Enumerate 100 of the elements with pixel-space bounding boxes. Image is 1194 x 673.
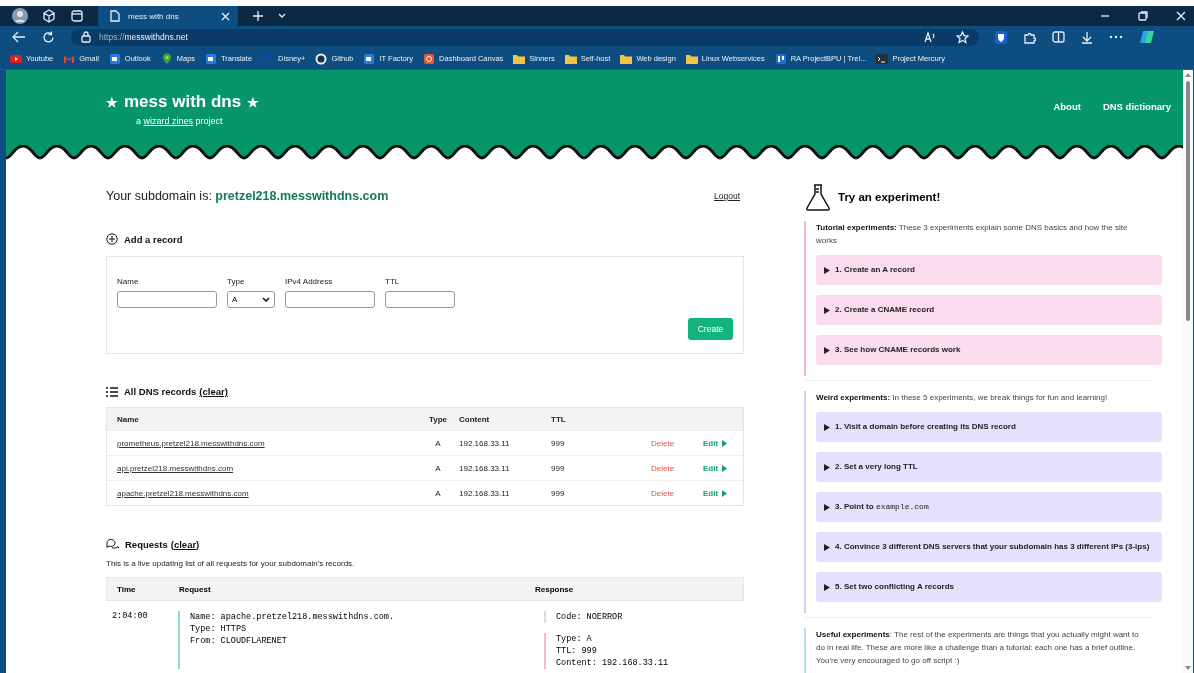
shield-icon[interactable] [995,30,1007,44]
page-icon [110,10,120,22]
url-text: https://messwithdns.net [99,32,188,42]
close-icon[interactable] [1176,11,1186,21]
delete-link[interactable]: Delete [651,488,691,498]
table-cell-text: A [434,438,442,448]
tab-actions-icon[interactable] [70,9,84,23]
field-label: TTL [385,277,401,286]
folder-icon [620,52,633,65]
restore-icon[interactable] [1138,11,1148,21]
folder-icon [513,52,526,65]
close-icon[interactable] [221,11,230,21]
caret-icon [824,463,830,471]
record-name-link[interactable]: api.pretzel218.messwithdns.com [117,463,417,473]
nav-link[interactable]: DNS dictionary [1102,101,1171,146]
group-intro: Useful experiments: The rest of the experiments are things that you actually might want to do in real life. These are more like a challenge than a tutorial: each one has a brief outline. You're very encouraged to go off script :) [816,629,1140,667]
terminal-icon [876,52,889,65]
chevron-down-icon[interactable] [278,13,286,19]
app-icon [423,52,436,65]
experiment-item[interactable]: 3. Point to example.com [816,492,1162,522]
flask-icon [804,183,832,211]
download-icon[interactable] [1081,30,1093,44]
column-header: Time [117,584,137,594]
tagline-link[interactable]: wizard zines [143,116,194,126]
folder-icon [685,52,698,65]
column-header: Type [427,414,449,424]
column-header: TTL [551,414,567,424]
caret-icon [824,543,830,551]
section-title: Add a record [124,233,183,245]
back-icon[interactable] [12,31,26,43]
app-icon [205,52,218,65]
scroll-thumb[interactable] [1186,81,1190,321]
clear-link[interactable]: (clear) [170,538,200,550]
delete-link[interactable]: Delete [651,463,691,473]
experiment-item[interactable]: 2. Set a very long TTL [816,452,1162,482]
answer-block: Type: A TTL: 999 Content: 192.168.33.11 [544,633,669,669]
caret-icon [824,423,830,431]
pin-icon [160,52,173,65]
caret-icon [722,439,728,447]
column-header: Response [535,584,574,594]
cube-icon[interactable] [42,9,56,23]
experiment-item[interactable]: 1. Create an A record [816,255,1162,285]
field-label: Name [117,277,140,286]
split-screen-icon[interactable] [1052,31,1065,43]
record-name-link[interactable]: prometheus.pretzel218.messwithdns.com [117,438,417,448]
clear-link[interactable]: (clear) [199,386,228,397]
refresh-icon[interactable] [42,30,55,44]
column-header: Name [117,414,140,424]
nav-link[interactable]: About [1053,101,1081,146]
table-cell-text: 999 [551,463,566,473]
avatar-icon[interactable] [12,8,28,24]
tagline: a wizard zines project [136,116,224,126]
more-icon[interactable] [1109,35,1123,39]
record-name-link[interactable]: apache.pretzel218.messwithdns.com [117,488,417,498]
scrollbar[interactable] [1183,70,1193,673]
column-header: Request [179,584,212,594]
group-intro: Weird experiments: In these 5 experiments, we break things for fun and learning! [816,392,1109,404]
star-icon[interactable] [956,30,969,44]
table-cell-text: 192.168.33.11 [459,488,511,498]
logout-link[interactable]: Logout [714,191,740,201]
panel-title: Try an experiment! [838,191,941,203]
type-select[interactable]: A [227,291,275,308]
site-title[interactable]: mess with dns [124,92,242,112]
copilot-icon[interactable] [1139,29,1155,45]
app-icon [108,52,121,65]
caret-icon [722,464,728,472]
caret-icon [824,503,830,511]
arrow-down-icon [1185,666,1191,670]
experiment-item[interactable]: 3. See how CNAME records work [816,335,1162,365]
caret-icon [722,489,728,497]
input-field[interactable] [285,291,375,308]
arrow-up-icon [1185,73,1191,77]
table-cell-text: A [434,463,442,473]
input-field[interactable] [117,291,217,308]
description-text: This is a live updating list of all requests for your subdomain's records. [106,559,356,568]
browser-tab[interactable]: mess with dns [98,6,238,26]
caret-icon [824,583,830,591]
table-cell-text: 2:04:00 [112,611,149,623]
section-title: Requests [125,538,168,550]
chat-icon [106,538,119,550]
extensions-icon[interactable] [1023,30,1036,44]
experiment-item[interactable]: 4. Convince 3 different DNS servers that your subdomain has 3 different IPs (3-ips) [816,532,1162,562]
experiment-item[interactable]: 2. Create a CNAME record [816,295,1162,325]
request-block: Name: apache.pretzel218.messwithdns.com. Type: HTTPS From: CLOUDFLARENET [178,611,530,669]
table-cell-text: A [434,488,442,498]
list-icon [106,386,118,397]
folder-icon [564,52,577,65]
app-icon [363,52,376,65]
caret-icon [824,346,830,354]
table-cell-text: 192.168.33.11 [459,463,511,473]
table-cell-text: 999 [551,438,566,448]
delete-link[interactable]: Delete [651,438,691,448]
experiment-item[interactable]: 1. Visit a domain before creating its DNS record [816,412,1162,442]
new-tab-icon[interactable] [252,10,264,22]
experiment-item[interactable]: 5. Set two conflicting A records [816,572,1162,602]
address-field[interactable]: https://messwithdns.net [71,28,979,46]
caret-icon [824,306,830,314]
field-label: Type [227,277,246,286]
input-field[interactable] [385,291,455,308]
field-label: IPv4 Address [285,277,334,286]
